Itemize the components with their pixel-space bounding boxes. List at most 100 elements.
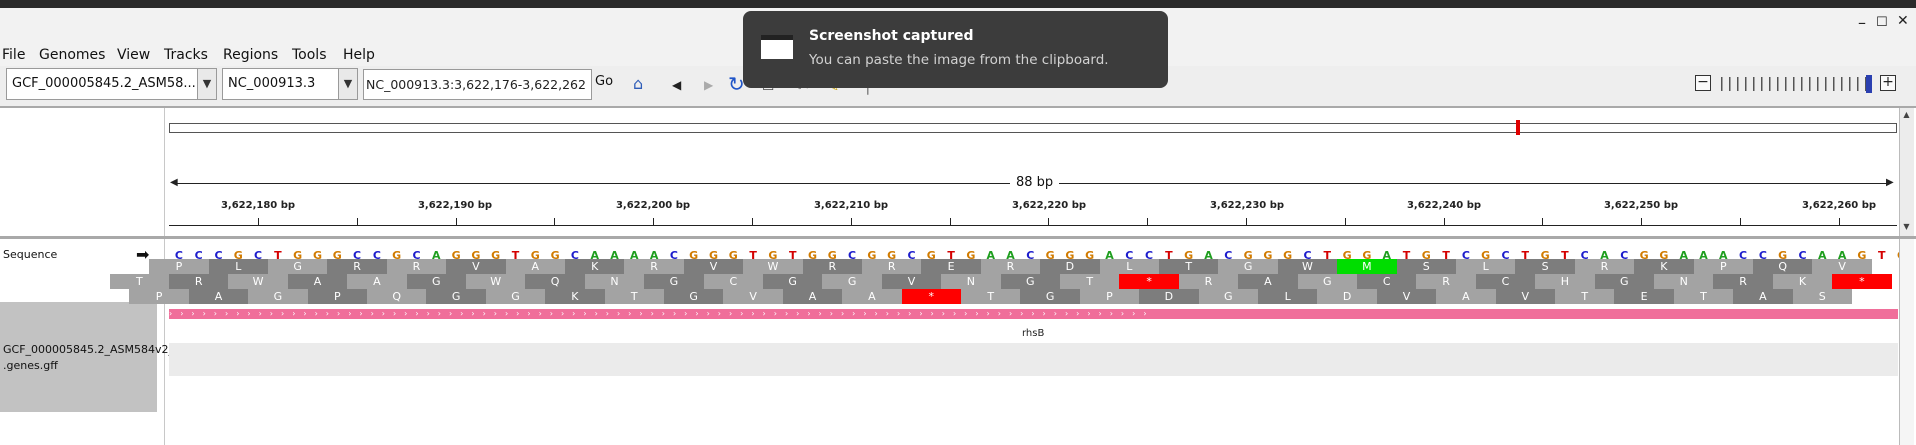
- ruler-tick: [1048, 218, 1050, 226]
- ruler-tick-label: 3,622,250 bp: [1603, 200, 1679, 211]
- amino-acid: H: [1535, 274, 1595, 289]
- scroll-up-icon[interactable]: ▲: [1899, 110, 1914, 119]
- amino-acid: R: [1574, 259, 1635, 274]
- amino-acid: G: [1000, 274, 1060, 289]
- ruler-tick: [850, 218, 852, 226]
- chevron-down-icon[interactable]: ▼: [338, 68, 358, 100]
- menu-help[interactable]: Help: [343, 47, 375, 63]
- go-button[interactable]: Go: [595, 74, 613, 89]
- amino-acid: L: [1099, 259, 1159, 274]
- minimize-icon[interactable]: –: [1858, 13, 1866, 32]
- locus-input[interactable]: NC_000913.3:3,622,176-3,622,262: [363, 69, 592, 100]
- amino-acid: R: [1416, 274, 1476, 289]
- amino-acid: T: [961, 289, 1021, 304]
- notification-title: Screenshot captured: [809, 28, 974, 44]
- amino-acid: W: [743, 259, 803, 274]
- amino-acid: T: [1673, 289, 1734, 304]
- zoom-slider[interactable]: [1721, 77, 1869, 91]
- amino-acid: C: [703, 274, 763, 289]
- amino-acid: R: [169, 274, 229, 289]
- amino-acid: S: [1792, 289, 1852, 304]
- header-scrollbar[interactable]: [1899, 108, 1914, 236]
- genome-dropdown[interactable]: GCF_000005845.2_ASM58...: [6, 68, 198, 100]
- ruler-tick: [455, 218, 457, 226]
- translation-frame-3: P A G P Q G G K T G V A A * T G P D G L D V A V T E T A S: [129, 289, 1898, 304]
- amino-acid: C: [1475, 274, 1536, 289]
- amino-acid: G: [406, 274, 466, 289]
- current-region-marker: [1516, 120, 1520, 135]
- back-arrow-icon[interactable]: ◀: [672, 78, 681, 92]
- amino-acid: V: [881, 274, 942, 289]
- data-panel-scrollbar[interactable]: [1899, 239, 1914, 445]
- amino-acid: Q: [1753, 259, 1813, 274]
- amino-acid: A: [842, 289, 902, 304]
- ruler-tick-label: 3,622,200 bp: [615, 200, 691, 211]
- amino-acid: G: [664, 289, 724, 304]
- amino-acid: A: [1238, 274, 1298, 289]
- menu-genomes[interactable]: Genomes: [39, 47, 105, 63]
- screenshot-notification[interactable]: Screenshot captured You can paste the im…: [743, 11, 1168, 88]
- system-top-bar: [0, 0, 1916, 8]
- amino-acid: L: [1258, 289, 1318, 304]
- amino-acid: K: [1772, 274, 1833, 289]
- ruler-tick: [1344, 218, 1346, 226]
- amino-acid: K: [545, 289, 605, 304]
- zoom-slider-thumb[interactable]: [1866, 75, 1872, 93]
- amino-acid: W: [228, 274, 288, 289]
- sequence-track-name: Sequence: [3, 248, 58, 261]
- translation-frame-1: PLGRRVAKRVWRRERDLTGWMSLSRKPQV: [149, 259, 1898, 274]
- ruler-tick: [258, 218, 259, 226]
- chromosome-ideogram[interactable]: [169, 123, 1897, 133]
- screenshot-icon: [761, 35, 793, 59]
- amino-acid: R: [1713, 274, 1773, 289]
- chevron-down-icon[interactable]: ▼: [197, 68, 217, 100]
- amino-acid: A: [1733, 289, 1793, 304]
- amino-acid: R: [1178, 274, 1239, 289]
- amino-acid: R: [802, 259, 862, 274]
- menu-view[interactable]: View: [117, 47, 150, 63]
- zoom-out-button[interactable]: −: [1695, 75, 1711, 91]
- amino-acid: P: [129, 289, 189, 304]
- zoom-in-button[interactable]: +: [1880, 75, 1896, 91]
- amino-acid: P: [149, 259, 209, 274]
- amino-acid: N: [941, 274, 1001, 289]
- amino-acid: D: [1139, 289, 1199, 304]
- amino-acid: G: [1198, 289, 1258, 304]
- menu-regions[interactable]: Regions: [223, 47, 278, 63]
- amino-acid: T: [604, 289, 664, 304]
- amino-acid: V: [723, 289, 783, 304]
- amino-acid: V: [683, 259, 744, 274]
- panel-divider[interactable]: [0, 236, 1916, 239]
- scroll-down-icon[interactable]: ▼: [1899, 222, 1914, 231]
- amino-acid: Q: [367, 289, 427, 304]
- menu-tools[interactable]: Tools: [292, 47, 327, 63]
- amino-acid: A: [505, 259, 565, 274]
- span-arrow-right-icon: ▶: [1886, 177, 1894, 188]
- amino-acid: K: [565, 259, 625, 274]
- amino-acid: A: [347, 274, 407, 289]
- menu-file[interactable]: File: [2, 47, 25, 63]
- forward-arrow-icon[interactable]: ▶: [704, 78, 713, 92]
- amino-acid: L: [1456, 259, 1516, 274]
- amino-acid: G: [644, 274, 704, 289]
- amino-acid: G: [763, 274, 823, 289]
- gff-track-expanded-band: [169, 343, 1898, 376]
- amino-acid: P: [1079, 289, 1140, 304]
- menu-tracks[interactable]: Tracks: [164, 47, 208, 63]
- ruler-tick-label: 3,622,180 bp: [220, 200, 296, 211]
- maximize-icon[interactable]: ☐: [1876, 15, 1888, 30]
- ruler-tick: [949, 218, 951, 226]
- amino-acid: *: [1832, 274, 1892, 289]
- chromosome-dropdown[interactable]: NC_000913.3: [222, 68, 340, 100]
- amino-acid: T: [1555, 289, 1615, 304]
- amino-acid: T: [1159, 259, 1219, 274]
- home-icon[interactable]: ⌂: [633, 74, 643, 93]
- amino-acid: T: [1060, 274, 1120, 289]
- ruler-tick: [1838, 218, 1840, 226]
- strand-arrow-icon[interactable]: ➡: [136, 245, 149, 264]
- ruler-tick: [1443, 218, 1445, 226]
- gene-feature-rhsB[interactable]: › › › › › › › › › › › › › › › › › › › › …: [169, 309, 1898, 319]
- close-icon[interactable]: ✕: [1897, 13, 1909, 29]
- amino-acid: V: [1812, 259, 1872, 274]
- ruler-tick: [1740, 218, 1741, 226]
